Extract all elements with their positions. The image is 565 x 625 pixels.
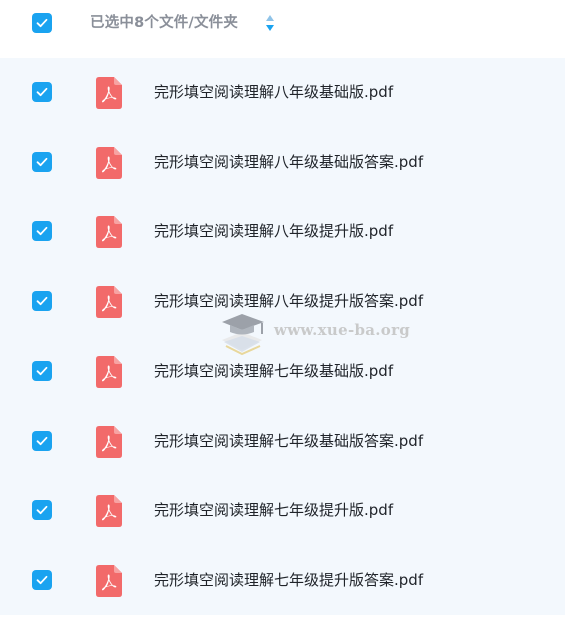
check-icon xyxy=(36,296,48,306)
check-icon xyxy=(36,506,48,515)
file-checkbox[interactable] xyxy=(32,151,52,172)
select-all-checkbox[interactable] xyxy=(32,13,52,33)
pdf-icon xyxy=(96,286,122,319)
file-name[interactable]: 完形填空阅读理解八年级提升版.pdf xyxy=(154,220,393,242)
pdf-icon xyxy=(96,425,122,458)
file-row[interactable]: 完形填空阅读理解八年级基础版答案.pdf xyxy=(0,128,565,198)
sort-updown-icon[interactable] xyxy=(263,13,277,33)
pdf-icon xyxy=(96,146,122,179)
file-checkbox[interactable] xyxy=(32,360,52,381)
file-name[interactable]: 完形填空阅读理解七年级基础版答案.pdf xyxy=(154,430,423,452)
file-name[interactable]: 完形填空阅读理解八年级基础版答案.pdf xyxy=(154,151,423,173)
file-checkbox[interactable] xyxy=(32,221,52,242)
check-icon xyxy=(36,87,48,97)
file-checkbox[interactable] xyxy=(32,569,52,590)
pdf-icon xyxy=(96,355,122,388)
file-name[interactable]: 完形填空阅读理解八年级基础版.pdf xyxy=(154,81,393,103)
file-name[interactable]: 完形填空阅读理解七年级基础版.pdf xyxy=(154,360,393,382)
check-icon xyxy=(36,157,48,166)
pdf-icon xyxy=(96,564,122,597)
pdf-icon xyxy=(96,216,122,249)
file-row[interactable]: 完形填空阅读理解七年级提升版答案.pdf xyxy=(0,546,565,616)
check-icon xyxy=(36,366,48,375)
file-name[interactable]: 完形填空阅读理解七年级提升版答案.pdf xyxy=(154,569,423,591)
watermark-text: www.xue-ba.org xyxy=(274,321,411,339)
file-checkbox[interactable] xyxy=(32,291,52,312)
file-row[interactable]: 完形填空阅读理解七年级基础版答案.pdf xyxy=(0,407,565,477)
check-icon xyxy=(36,227,48,236)
check-icon xyxy=(36,575,48,584)
file-checkbox[interactable] xyxy=(32,500,52,521)
file-name[interactable]: 完形填空阅读理解七年级提升版.pdf xyxy=(154,499,393,521)
check-icon xyxy=(36,436,48,445)
graduation-cap-logo-icon xyxy=(222,314,264,356)
pdf-icon xyxy=(96,77,122,109)
file-checkbox[interactable] xyxy=(32,82,52,102)
file-checkbox[interactable] xyxy=(32,430,52,451)
watermark: www.xue-ba.org xyxy=(216,306,416,360)
file-row[interactable]: 完形填空阅读理解八年级提升版.pdf xyxy=(0,197,565,267)
pdf-icon xyxy=(96,495,122,528)
file-list-header: 已选中8个文件/文件夹 xyxy=(0,0,565,48)
file-row[interactable]: 完形填空阅读理解七年级提升版.pdf xyxy=(0,476,565,546)
check-icon xyxy=(36,18,48,28)
file-row[interactable]: 完形填空阅读理解八年级基础版.pdf xyxy=(0,58,565,128)
selection-count-label: 已选中8个文件/文件夹 xyxy=(90,15,239,31)
